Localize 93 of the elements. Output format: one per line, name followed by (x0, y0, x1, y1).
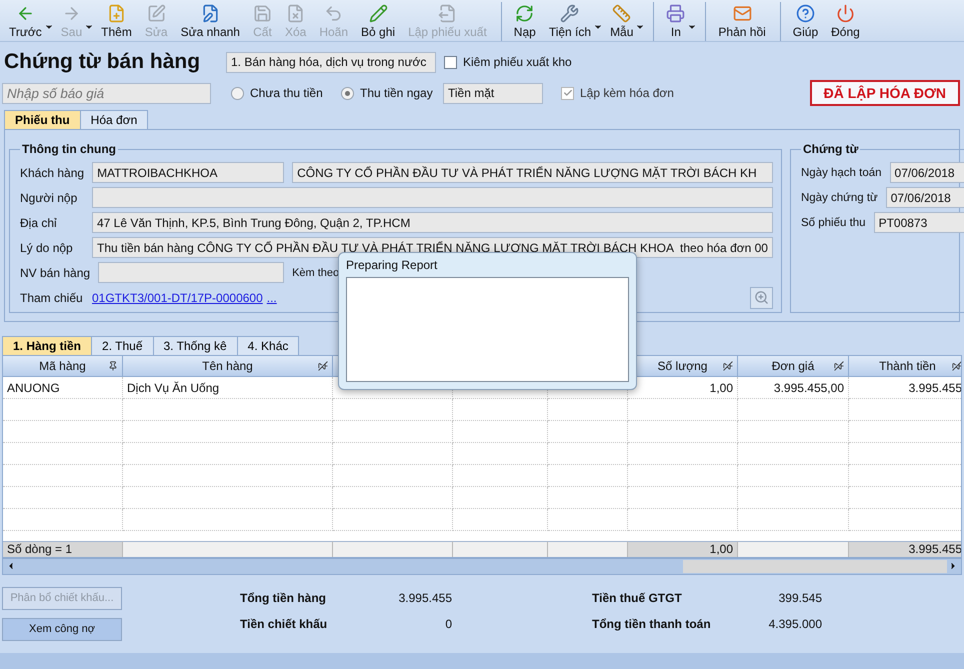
quote-number-field[interactable]: Nhập số báo giá (2, 82, 211, 104)
horizontal-scrollbar[interactable] (2, 558, 962, 575)
edit-icon (146, 4, 166, 23)
checkbox-label: Lập kèm hóa đơn (580, 86, 674, 100)
total-label: Tổng tiền hàng (240, 590, 327, 605)
table-cell: 3.995.455,00 (738, 377, 849, 399)
table-cell: ANUONG (3, 377, 123, 399)
grid-tab[interactable]: 4. Khác (236, 336, 300, 355)
total-value: 3.995.455 (398, 590, 452, 605)
refresh-icon (515, 4, 534, 23)
total-value: 4.395.000 (768, 616, 822, 631)
address-field[interactable]: 47 Lê Văn Thịnh, KP.5, Bình Trung Đông, Quận 2, TP.HCM (92, 212, 773, 233)
total-label: Tổng tiền thanh toán (592, 616, 712, 631)
customer-name-field[interactable]: CÔNG TY CỔ PHẦN ĐẦU TƯ VÀ PHÁT TRIỂN NĂNG LƯỢNG MẶT TRỜI BÁCH KH (292, 162, 773, 183)
checkbox-label: Kiêm phiếu xuất kho (463, 55, 572, 69)
unpin-icon[interactable] (952, 361, 961, 371)
more-link[interactable]: ... (266, 290, 277, 304)
toolbar-button[interactable]: Tiện ích (542, 2, 598, 41)
document-icon (438, 4, 457, 23)
column-header[interactable]: Mã hàng (3, 356, 123, 377)
column-header[interactable]: Tên hàng (123, 356, 333, 377)
customer-code-field[interactable]: MATTROIBACHKHOA (92, 162, 284, 183)
reference-link[interactable]: 01GTKT3/001-DT/17P-0000600 (92, 290, 263, 304)
voucher-type-field[interactable]: 1. Bán hàng hóa, dịch vụ trong nước (226, 52, 436, 72)
tab[interactable]: Hóa đơn (80, 110, 148, 129)
toolbar-button[interactable]: Trước (2, 2, 48, 41)
dialog-title: Preparing Report (346, 258, 438, 272)
checkbox[interactable] (444, 56, 457, 68)
toolbar-button[interactable]: Giúp (780, 2, 824, 41)
column-header[interactable]: Thành tiền (849, 356, 961, 377)
field-label: Tham chiếu (20, 290, 84, 304)
grid-tab[interactable]: 3. Thống kê (152, 336, 238, 355)
ruler-icon (612, 4, 632, 23)
action-button[interactable]: Xem công nợ (2, 618, 122, 641)
salesperson-field[interactable] (98, 262, 284, 283)
field-label: Kèm theo (292, 266, 340, 278)
help-icon (796, 4, 815, 23)
voucher-field[interactable]: PT00873 (874, 212, 964, 233)
radio-label: Chưa thu tiền (250, 86, 323, 100)
grid-tab[interactable]: 2. Thuế (91, 336, 154, 355)
save-icon (252, 4, 272, 23)
unpin-icon[interactable] (723, 361, 733, 371)
mail-icon (732, 4, 752, 23)
field-label: Ngày hạch toán (800, 166, 882, 178)
toolbar-button[interactable]: Phản hồi (705, 2, 772, 41)
voucher-field[interactable]: 07/06/2018 (890, 162, 964, 183)
total-value: 399.545 (778, 590, 822, 605)
radio-label: Thu tiền ngay (360, 86, 433, 100)
voucher-field[interactable]: 07/06/2018 (886, 187, 964, 208)
toolbar-button[interactable]: Nạp (500, 2, 542, 41)
tab[interactable]: Phiếu thu (4, 110, 81, 129)
radio-button[interactable] (341, 86, 354, 100)
printer-icon (666, 4, 686, 23)
field-label: Khách hàng (20, 166, 84, 180)
group-title: Chứng từ (802, 142, 860, 156)
row-count: Số dòng = 1 (3, 540, 123, 556)
field-label: Số phiếu thu (800, 216, 866, 228)
total-label: Tiền thuế GTGT (592, 590, 683, 605)
field-label: Ngày chứng từ (800, 192, 878, 204)
scrollbar-thumb[interactable] (683, 560, 947, 573)
column-header[interactable]: Đơn giá (738, 356, 849, 377)
total-value: 0 (444, 616, 452, 631)
total-label: Tiền chiết khấu (240, 616, 328, 631)
table-cell: Dịch Vụ Ăn Uống (123, 377, 333, 399)
pin-icon[interactable] (108, 361, 118, 371)
undo-icon (324, 4, 344, 23)
total-cell: 1,00 (628, 540, 738, 556)
toolbar-button[interactable]: In (653, 2, 692, 41)
field-label: NV bán hàng (20, 266, 90, 280)
zoom-icon (754, 290, 769, 305)
radio-button[interactable] (231, 86, 244, 100)
toolbar-button[interactable]: Đóng (824, 2, 866, 41)
toolbar-button[interactable]: Thêm (94, 2, 138, 41)
unpin-icon[interactable] (834, 361, 844, 371)
payment-method-field[interactable]: Tiền mặt (443, 82, 543, 104)
toolbar-button[interactable]: Mẫu (603, 2, 640, 41)
unpin-icon[interactable] (318, 361, 328, 371)
toolbar-button[interactable]: Sửa nhanh (174, 2, 246, 41)
grid-tab[interactable]: 1. Hàng tiền (2, 336, 92, 355)
power-icon (836, 4, 855, 23)
new-document-icon (107, 4, 126, 23)
status-badge: ĐÃ LẬP HÓA ĐƠN (810, 80, 960, 106)
field-label: Địa chỉ (20, 216, 58, 230)
delete-document-icon (286, 4, 306, 23)
tools-icon (560, 4, 580, 23)
pencil-icon (368, 4, 388, 23)
field-label: Lý do nộp (20, 240, 74, 254)
group-title: Thông tin chung (21, 142, 117, 156)
quick-edit-icon (200, 4, 220, 23)
form-title: Chứng từ bán hàng (4, 50, 202, 74)
field-label: Người nộp (20, 190, 78, 204)
payer-field[interactable] (92, 187, 773, 208)
toolbar-button[interactable]: Bỏ ghi (354, 2, 402, 41)
